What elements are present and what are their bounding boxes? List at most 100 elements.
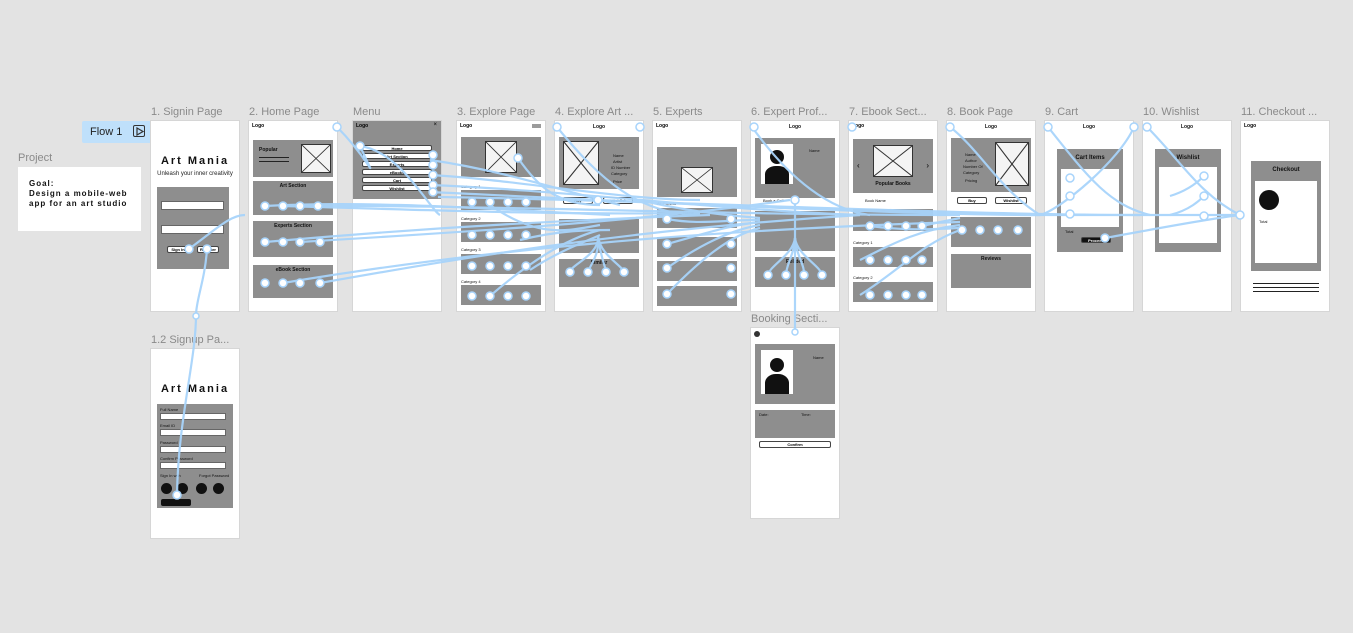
frame-label-cart: 9. Cart <box>1045 106 1079 118</box>
password-label: Password <box>160 440 178 445</box>
banner-image[interactable] <box>485 141 517 173</box>
social-login-icon[interactable] <box>196 483 207 494</box>
reviews-title: Reviews <box>980 256 1001 262</box>
book-wishlist-button[interactable]: Wishlist <box>995 197 1027 204</box>
register-button[interactable]: Register <box>197 246 219 253</box>
tagline: Unleash your inner creativity <box>157 171 233 177</box>
confirm-password-field[interactable] <box>160 462 226 469</box>
ebook-section: eBook Section <box>253 265 333 298</box>
featured-book-image[interactable] <box>873 145 913 177</box>
signup-brand-title: Art Mania <box>160 383 230 395</box>
frame-wishlist[interactable]: Logo Wishlist <box>1143 121 1231 311</box>
play-flow-icon[interactable] <box>133 125 145 137</box>
cart-logo: Logo <box>1082 124 1096 130</box>
hamburger-icon[interactable] <box>532 124 541 128</box>
ebook-section-title: eBook Section <box>275 267 311 273</box>
expert-card[interactable] <box>657 261 737 281</box>
frame-menu[interactable]: Logo × Home Art Section Experts eBooks C… <box>353 121 441 311</box>
social-login-icon[interactable] <box>161 483 172 494</box>
frame-label-explore: 3. Explore Page <box>457 106 536 118</box>
ebook-category-1: Category 1 <box>853 240 873 245</box>
frame-label-ebook: 7. Ebook Sect... <box>849 106 927 118</box>
payment-icon <box>1259 190 1279 210</box>
popular-books-title: Popular Books <box>875 181 911 187</box>
cart-total-label: Total <box>1065 229 1074 234</box>
menu-item-wishlist[interactable]: Wishlist <box>362 185 432 191</box>
booking-profile: Name <box>755 344 835 404</box>
checkout-summary: Total <box>1255 181 1317 263</box>
menu-logo: Logo <box>356 123 369 129</box>
frame-ebook[interactable]: Logo ‹ › Popular Books Book Name Categor… <box>849 121 937 311</box>
username-field[interactable] <box>161 201 224 210</box>
book-author: Author <box>965 158 977 163</box>
frame-home[interactable]: Logo Popular Art Section Experts Section… <box>249 121 337 311</box>
book-buy-button[interactable]: Buy <box>957 197 987 204</box>
frame-signin[interactable]: Art Mania Unleash your inner creativity … <box>151 121 239 311</box>
social-login-icon[interactable] <box>213 483 224 494</box>
popular-image[interactable] <box>301 144 331 173</box>
book-search[interactable]: Book Name <box>865 198 886 203</box>
frame-signup[interactable]: Art Mania Full Name Email ID Password Co… <box>151 349 239 538</box>
proceed-button[interactable]: Proceed <box>1081 237 1111 243</box>
profile-logo: Logo <box>788 124 802 130</box>
date-label: Date: <box>759 412 769 417</box>
signup-password-field[interactable] <box>160 446 226 453</box>
wishlist-panel: Wishlist <box>1155 149 1221 252</box>
category-2-label: Category 2 <box>461 216 481 221</box>
frame-label-book: 8. Book Page <box>947 106 1014 118</box>
chevron-right-icon[interactable]: › <box>926 161 929 170</box>
email-field[interactable] <box>160 429 226 436</box>
signup-button[interactable] <box>161 499 191 506</box>
flow-start-badge[interactable]: Flow 1 <box>82 121 153 143</box>
date-time-picker[interactable]: Date: Time: <box>755 410 835 438</box>
buy-button[interactable]: Buy <box>563 197 593 204</box>
book-name: Name <box>965 152 976 157</box>
art-image[interactable] <box>563 141 599 185</box>
project-goal-card[interactable]: Goal: Design a mobile-web app for an art… <box>18 167 141 231</box>
brand-title: Art Mania <box>160 155 230 167</box>
book-number: Number Of <box>963 164 983 169</box>
close-icon[interactable]: × <box>433 122 437 128</box>
email-label: Email ID <box>160 423 176 428</box>
menu-item-ebooks[interactable]: eBooks <box>362 169 432 175</box>
category-row <box>461 254 541 274</box>
menu-item-art[interactable]: Art Section <box>362 153 432 159</box>
art-id: ID Number <box>611 165 631 170</box>
experts-banner <box>657 147 737 197</box>
experts-banner-image[interactable] <box>681 167 713 193</box>
menu-item-cart[interactable]: Cart <box>362 177 432 183</box>
frame-experts[interactable]: Logo All Experts Name <box>653 121 741 311</box>
social-login-icon[interactable] <box>177 483 188 494</box>
expert-card[interactable] <box>657 286 737 306</box>
frame-booking[interactable]: Name Date: Time: Confirm <box>751 328 839 518</box>
frame-explore[interactable]: Logo Category 1 Category 2 Category 3 Ca… <box>457 121 545 311</box>
frame-label-signup: 1.2 Signup Pa... <box>151 334 230 346</box>
frame-explore-art[interactable]: Logo Name Artist ID Number Category Pric… <box>555 121 643 311</box>
reviews-section: Reviews <box>951 254 1031 288</box>
signin-button[interactable]: Sign In <box>167 246 189 253</box>
art-logo: Logo <box>592 124 606 130</box>
book-call-button[interactable]: Book a Call <box>763 198 783 203</box>
book-logo: Logo <box>984 124 998 130</box>
frame-book[interactable]: Logo Name Author Number Of Category Pric… <box>947 121 1035 311</box>
expert-card[interactable] <box>657 237 737 257</box>
frame-checkout[interactable]: Logo Checkout Total <box>1241 121 1329 311</box>
wishlist-button[interactable]: Wishlist <box>603 197 633 204</box>
full-name-label: Full Name <box>160 407 179 412</box>
art-detail-panel: Name Artist ID Number Category Price <box>559 137 639 189</box>
frame-cart[interactable]: Logo Cart Items Total Proceed <box>1045 121 1133 311</box>
password-field[interactable] <box>161 225 224 234</box>
chevron-left-icon[interactable]: ‹ <box>857 161 860 170</box>
experts-section: Experts Section <box>253 221 333 257</box>
frame-expert-profile[interactable]: Logo Name Book a Call Related <box>751 121 839 311</box>
profile-panel: Name Book a Call <box>755 138 835 203</box>
expert-card[interactable]: Name <box>657 208 737 228</box>
forgot-password-link[interactable]: Forgot Password <box>199 473 229 478</box>
full-name-field[interactable] <box>160 413 226 420</box>
book-cover-image[interactable] <box>995 142 1029 186</box>
menu-item-experts[interactable]: Experts <box>362 161 432 167</box>
popular-label: Popular <box>259 147 278 153</box>
back-icon[interactable] <box>754 331 760 337</box>
menu-item-home[interactable]: Home <box>362 145 432 151</box>
confirm-button[interactable]: Confirm <box>759 441 831 448</box>
